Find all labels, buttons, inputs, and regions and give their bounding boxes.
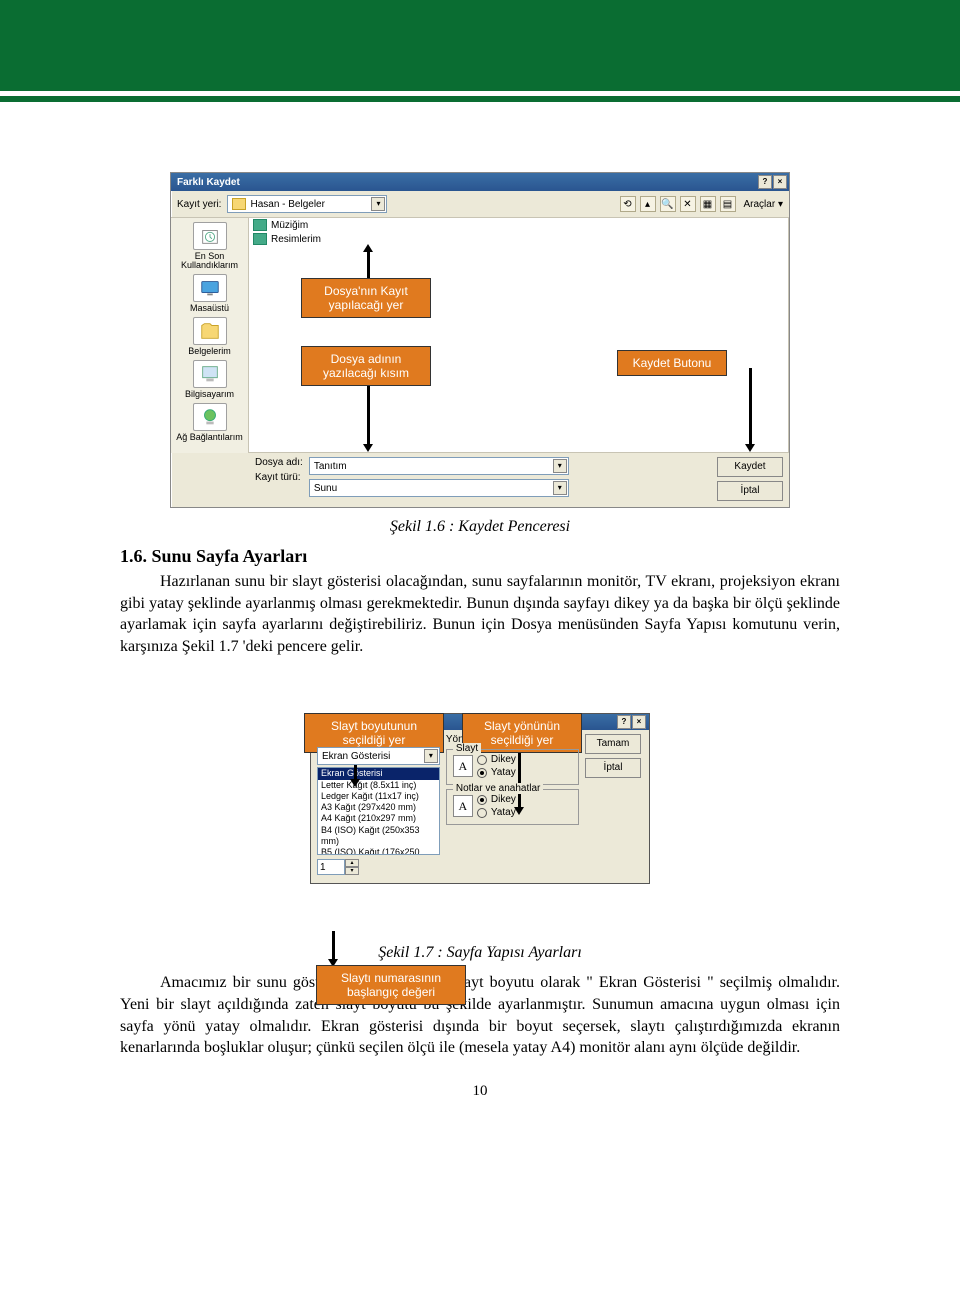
place-desktop[interactable]: Masaüstü bbox=[175, 274, 245, 313]
save-button[interactable]: Kaydet bbox=[717, 457, 783, 477]
portrait-preview-icon: A bbox=[453, 795, 473, 817]
save-in-combo[interactable]: Hasan - Belgeler ▾ bbox=[227, 195, 387, 213]
list-item[interactable]: A3 Kağıt (297x420 mm) bbox=[318, 802, 439, 813]
file-list[interactable]: Müziğim Resimlerim Dosya'nın Kayıt yapıl… bbox=[249, 218, 789, 453]
dropdown-icon[interactable]: ▾ bbox=[553, 459, 567, 473]
save-as-dialog: Farklı Kaydet ? × Kayıt yeri: Hasan - Be… bbox=[170, 172, 790, 508]
page-number: 10 bbox=[120, 1083, 840, 1100]
help-button[interactable]: ? bbox=[617, 715, 631, 729]
place-mycomputer[interactable]: Bilgisayarım bbox=[175, 360, 245, 399]
list-item[interactable]: B5 (ISO) Kağıt (176x250 mm) bbox=[318, 847, 439, 855]
dropdown-icon[interactable]: ▾ bbox=[553, 481, 567, 495]
callout-filename: Dosya adının yazılacağı kısım bbox=[301, 346, 431, 386]
dialog-bottom: Dosya adı: Kayıt türü: Tanıtım ▾ Sunu ▾ … bbox=[171, 453, 789, 507]
pictures-folder-icon bbox=[253, 233, 267, 245]
save-in-value: Hasan - Belgeler bbox=[250, 199, 324, 210]
dropdown-icon[interactable]: ▾ bbox=[424, 749, 438, 763]
group-notes-orientation: Notlar ve anahatlar A Dikey Yatay bbox=[446, 789, 579, 825]
list-item[interactable]: Letter Kağıt (8.5x11 inç) bbox=[318, 780, 439, 791]
arrow-number bbox=[332, 931, 335, 961]
newfolder-icon[interactable]: ▦ bbox=[700, 196, 716, 212]
save-in-label: Kayıt yeri: bbox=[177, 199, 221, 210]
page-setup-figure: Slayt boyutunun seçildiği yer Slayt yönü… bbox=[310, 713, 650, 934]
list-item[interactable]: Ekran Gösterisi bbox=[318, 768, 439, 779]
slide-size-list[interactable]: Ekran Gösterisi Letter Kağıt (8.5x11 inç… bbox=[317, 767, 440, 855]
filetype-input[interactable]: Sunu ▾ bbox=[309, 479, 569, 497]
close-button[interactable]: × bbox=[773, 175, 787, 189]
dialog-titlebar: Farklı Kaydet ? × bbox=[171, 173, 789, 191]
dialog-toolbar: Kayıt yeri: Hasan - Belgeler ▾ ⟲ ▴ 🔍 ✕ ▦… bbox=[171, 191, 789, 218]
start-number-input[interactable] bbox=[317, 859, 345, 875]
place-network[interactable]: Ağ Bağlantılarım bbox=[175, 403, 245, 442]
folder-icon bbox=[232, 198, 246, 210]
help-button[interactable]: ? bbox=[758, 175, 772, 189]
list-item[interactable]: A4 Kağıt (210x297 mm) bbox=[318, 813, 439, 824]
paragraph-1: Hazırlanan sunu bir slayt gösterisi olac… bbox=[120, 571, 840, 657]
arrow-savebtn bbox=[749, 368, 752, 446]
spin-up-icon[interactable]: ▴ bbox=[345, 859, 359, 867]
callout-save-location: Dosya'nın Kayıt yapılacağı yer bbox=[301, 278, 431, 318]
radio-dikey-notes[interactable]: Dikey bbox=[477, 794, 516, 805]
file-pictures[interactable]: Resimlerim bbox=[249, 232, 788, 246]
place-recent[interactable]: En SonKullandıklarım bbox=[175, 222, 245, 270]
ok-button[interactable]: Tamam bbox=[585, 734, 641, 754]
views-icon[interactable]: ▤ bbox=[720, 196, 736, 212]
filetype-label: Kayıt türü: bbox=[255, 472, 303, 483]
page-content: Farklı Kaydet ? × Kayıt yeri: Hasan - Be… bbox=[0, 102, 960, 1130]
portrait-preview-icon: A bbox=[453, 755, 473, 777]
arrow-location bbox=[367, 250, 370, 278]
figure-caption-1: Şekil 1.6 : Kaydet Penceresi bbox=[120, 518, 840, 536]
radio-dikey-slide[interactable]: Dikey bbox=[477, 754, 516, 765]
figure-caption-2: Şekil 1.7 : Sayfa Yapısı Ayarları bbox=[120, 944, 840, 962]
list-item[interactable]: B4 (ISO) Kağıt (250x353 mm) bbox=[318, 825, 439, 848]
back-icon[interactable]: ⟲ bbox=[620, 196, 636, 212]
filename-input[interactable]: Tanıtım ▾ bbox=[309, 457, 569, 475]
radio-yatay-slide[interactable]: Yatay bbox=[477, 767, 516, 778]
start-number-spinner[interactable]: ▴ ▾ bbox=[317, 859, 440, 875]
paragraph-2: Amacımız bir sunu gösterisi olduğuna gör… bbox=[120, 972, 840, 1058]
music-folder-icon bbox=[253, 219, 267, 231]
header-green-band bbox=[0, 0, 960, 96]
slide-size-combo[interactable]: Ekran Gösterisi ▾ bbox=[317, 747, 440, 765]
close-button[interactable]: × bbox=[632, 715, 646, 729]
dropdown-icon[interactable]: ▾ bbox=[371, 197, 385, 211]
list-item[interactable]: Ledger Kağıt (11x17 inç) bbox=[318, 791, 439, 802]
delete-icon[interactable]: ✕ bbox=[680, 196, 696, 212]
file-music[interactable]: Müziğim bbox=[249, 218, 788, 232]
callout-save-button: Kaydet Butonu bbox=[617, 350, 727, 376]
places-bar: En SonKullandıklarım Masaüstü Belgelerim… bbox=[171, 218, 249, 453]
place-mydocs[interactable]: Belgelerim bbox=[175, 317, 245, 356]
up-icon[interactable]: ▴ bbox=[640, 196, 656, 212]
tools-menu[interactable]: Araçlar ▾ bbox=[744, 199, 784, 210]
cancel-button[interactable]: İptal bbox=[717, 481, 783, 501]
callout-start-number: Slaytı numarasının başlangıç değeri bbox=[316, 965, 466, 1005]
group-slide-orientation: Slayt A Dikey Yatay bbox=[446, 749, 579, 785]
filename-label: Dosya adı: bbox=[255, 457, 303, 468]
search-icon[interactable]: 🔍 bbox=[660, 196, 676, 212]
dialog-title: Farklı Kaydet bbox=[177, 177, 240, 188]
spin-down-icon[interactable]: ▾ bbox=[345, 867, 359, 875]
radio-yatay-notes[interactable]: Yatay bbox=[477, 807, 516, 818]
cancel-button[interactable]: İptal bbox=[585, 758, 641, 778]
section-heading: 1.6. Sunu Sayfa Ayarları bbox=[120, 546, 840, 567]
arrow-filename bbox=[367, 386, 370, 446]
